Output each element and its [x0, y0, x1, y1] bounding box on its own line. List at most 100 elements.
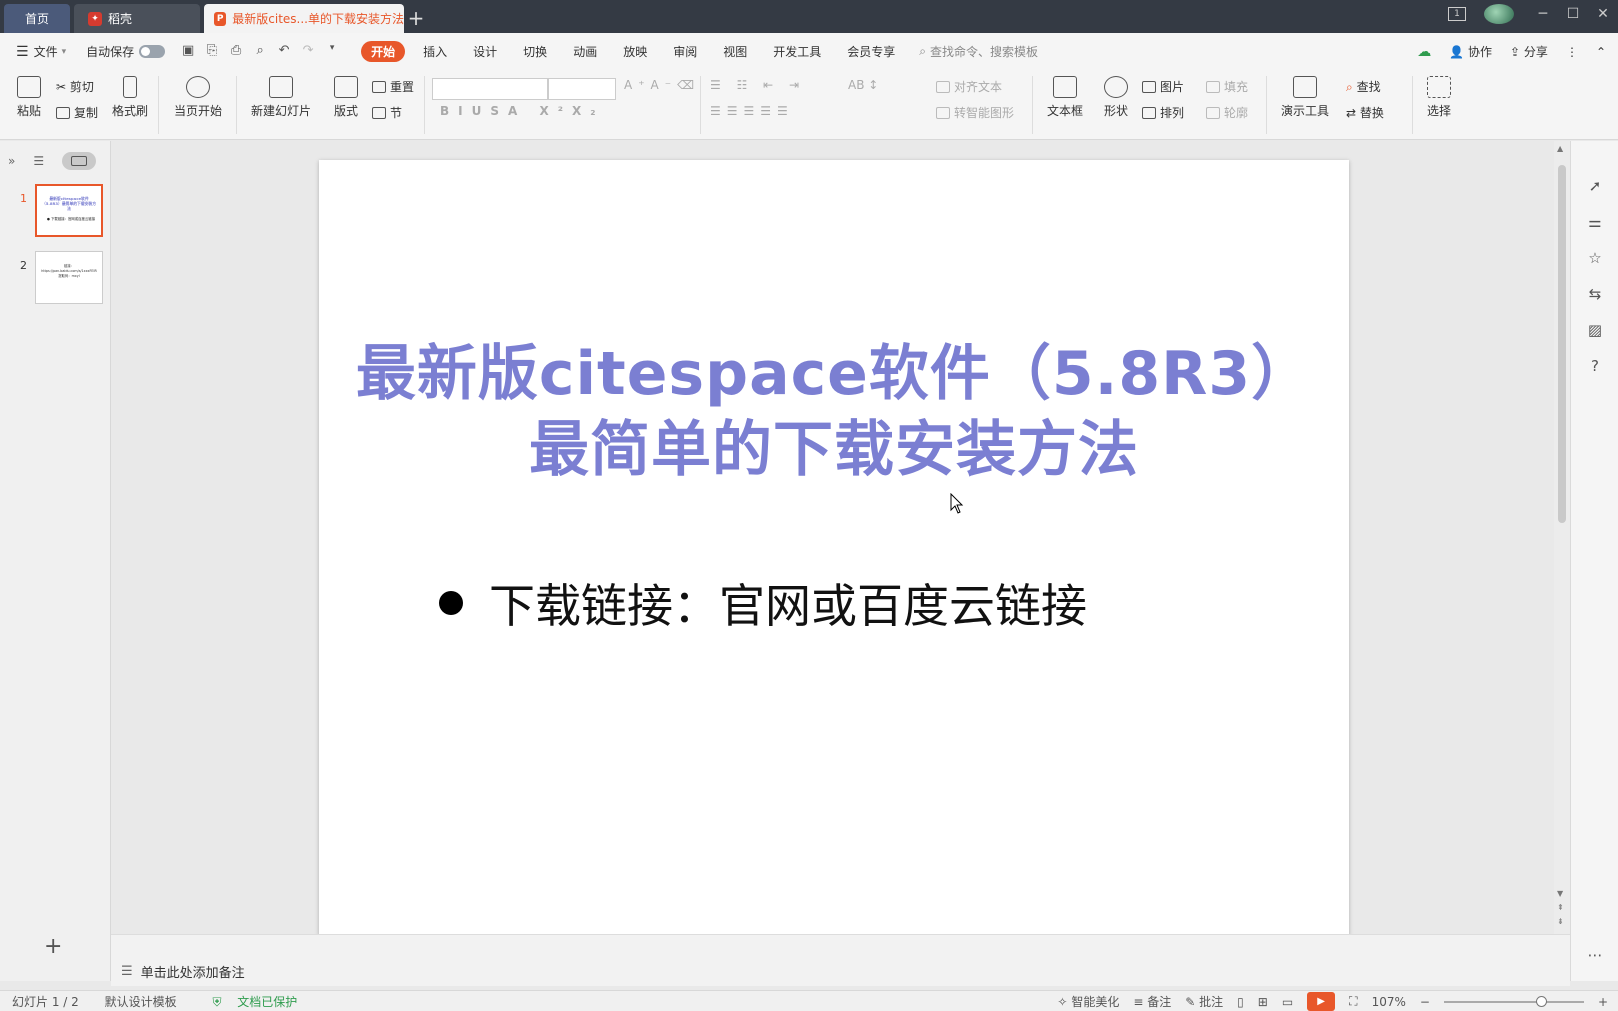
minimize-icon[interactable]: ─ [1528, 6, 1558, 22]
more-icon[interactable]: ⋯ [1586, 946, 1604, 964]
slideshow-play-button[interactable]: ▶ [1307, 992, 1336, 1011]
tab-daoke[interactable]: ✦ 稻壳 [74, 4, 200, 33]
text-direction-icon[interactable]: AB ↕ [848, 78, 878, 92]
layout-button[interactable]: 版式 [328, 76, 364, 119]
toggle-switch[interactable] [139, 45, 166, 58]
cloud-sync-icon[interactable]: ☁ [1417, 44, 1431, 60]
page-indicator[interactable]: 1 [1448, 7, 1478, 21]
presenter-tools-button[interactable]: 演示工具 [1276, 76, 1334, 119]
slide[interactable]: 最新版citespace软件（5.8R3） 最简单的下载安装方法 下载链接：官网… [319, 160, 1349, 936]
tab-document[interactable]: P 最新版cites...单的下载安装方法 [204, 4, 404, 33]
next-slide-icon[interactable]: ⇟ [1557, 917, 1564, 926]
print-icon[interactable]: ⎙ [227, 43, 245, 61]
outline-view-icon[interactable]: ☰ [33, 154, 44, 168]
picture-button[interactable]: 图片 [1142, 78, 1184, 95]
switch-icon[interactable]: ⇆ [1586, 285, 1604, 303]
tab-view[interactable]: 视图 [723, 43, 747, 60]
font-size-select[interactable] [548, 78, 616, 100]
reset-button[interactable]: 重置 [372, 78, 414, 95]
document-protected[interactable]: ⛨ 文档已保护 [200, 995, 297, 1009]
paste-button[interactable]: 粘贴 [12, 76, 46, 119]
font-family-select[interactable] [432, 78, 548, 100]
rocket-icon[interactable]: ➚ [1586, 177, 1604, 195]
notes-area[interactable]: ☰ 单击此处添加备注 [111, 956, 1570, 986]
format-painter-button[interactable]: 格式刷 [110, 76, 150, 119]
tab-start[interactable]: 开始 [361, 41, 406, 62]
command-search[interactable]: ⌕ 查找命令、搜索模板 [919, 43, 1038, 60]
sliders-icon[interactable]: ⚌ [1586, 213, 1604, 231]
avatar[interactable] [1484, 4, 1514, 24]
save-icon[interactable]: ▣ [179, 43, 197, 61]
tab-slideshow[interactable]: 放映 [623, 43, 647, 60]
zoom-slider[interactable] [1443, 995, 1584, 1007]
text-style-controls[interactable]: BIUSA X²X₂ [440, 104, 604, 118]
slide-title[interactable]: 最新版citespace软件（5.8R3） 最简单的下载安装方法 [319, 336, 1349, 488]
fill-button[interactable]: 填充 [1206, 78, 1248, 95]
smart-shape-button[interactable]: 转智能图形 [936, 104, 1014, 121]
file-menu[interactable]: ☰ 文件 ▾ [16, 43, 66, 60]
zoom-in-icon[interactable]: + [1598, 995, 1608, 1009]
section-button[interactable]: 节 [372, 104, 402, 121]
expand-pane-icon[interactable]: » [8, 154, 15, 168]
arrange-button[interactable]: 排列 [1142, 104, 1184, 121]
thumbnail-view-toggle[interactable] [62, 152, 97, 170]
replace-button[interactable]: ⇄ 替换 [1346, 104, 1384, 121]
undo-icon[interactable]: ↶ [275, 43, 293, 61]
share-button[interactable]: ⇪ 分享 [1510, 43, 1548, 60]
slide-thumbnail-2[interactable]: 链接：https://pan.baidu.com/s/1xxxFEIR 提取码：… [35, 251, 103, 304]
notes-toggle-button[interactable]: ≡ 备注 [1133, 993, 1171, 1010]
cut-button[interactable]: ✂ 剪切 [56, 78, 94, 95]
collapse-ribbon-icon[interactable]: ⌃ [1596, 45, 1606, 59]
vertical-scrollbar[interactable]: ▲ ▼ ⇞ ⇟ [1554, 141, 1570, 934]
star-icon[interactable]: ☆ [1586, 249, 1604, 267]
paragraph-align-controls[interactable]: ☰☰☰☰☰ [710, 104, 794, 118]
normal-view-icon[interactable]: ▯ [1237, 995, 1244, 1009]
select-button[interactable]: 选择 [1420, 76, 1458, 119]
outline-button[interactable]: 轮廓 [1206, 104, 1248, 121]
new-slide-button[interactable]: 新建幻灯片 [246, 76, 316, 119]
customize-icon[interactable]: ▾ [323, 43, 341, 61]
tab-developer[interactable]: 开发工具 [773, 43, 821, 60]
autosave-toggle[interactable]: 自动保存 [86, 43, 166, 60]
tab-animation[interactable]: 动画 [573, 43, 597, 60]
fit-window-icon[interactable]: ⛶ [1349, 994, 1357, 1009]
tab-design[interactable]: 设计 [473, 43, 497, 60]
add-slide-button[interactable]: + [44, 934, 62, 959]
play-from-current-button[interactable]: 当页开始 [168, 76, 228, 119]
smart-beautify-button[interactable]: ✧ 智能美化 [1057, 993, 1119, 1010]
prev-slide-icon[interactable]: ⇞ [1557, 903, 1564, 912]
grid-view-icon[interactable]: ⊞ [1258, 995, 1268, 1009]
scroll-up-icon[interactable]: ▲ [1557, 144, 1563, 153]
comments-button[interactable]: ✎ 批注 [1185, 993, 1223, 1010]
textbox-button[interactable]: 文本框 [1042, 76, 1088, 119]
tab-insert[interactable]: 插入 [423, 43, 447, 60]
reading-view-icon[interactable]: ▭ [1282, 995, 1293, 1009]
print-preview-icon[interactable]: ⌕ [251, 43, 269, 61]
list-controls[interactable]: ☰ ☷ ⇤ ⇥ [710, 78, 805, 92]
align-text-button[interactable]: 对齐文本 [936, 78, 1002, 95]
collab-button[interactable]: 👤 协作 [1449, 43, 1492, 60]
redo-icon[interactable]: ↷ [299, 43, 317, 61]
slide-bullet[interactable]: 下载链接：官网或百度云链接 [439, 570, 1087, 636]
design-template[interactable]: 默认设计模板 [105, 995, 177, 1009]
zoom-level[interactable]: 107% [1372, 995, 1406, 1009]
maximize-icon[interactable]: ☐ [1558, 6, 1588, 22]
tab-home[interactable]: 首页 [4, 4, 70, 33]
tab-transition[interactable]: 切换 [523, 43, 547, 60]
find-button[interactable]: ⌕ 查找 [1346, 78, 1381, 95]
zoom-slider-knob[interactable] [1535, 995, 1547, 1007]
close-icon[interactable]: ✕ [1588, 6, 1618, 22]
scroll-down-icon[interactable]: ▼ [1557, 889, 1563, 898]
new-tab-button[interactable]: + [404, 5, 428, 31]
help-icon[interactable]: ? [1586, 357, 1604, 375]
tab-member[interactable]: 会员专享 [847, 43, 895, 60]
export-pdf-icon[interactable]: ⎘ [203, 43, 221, 61]
scrollbar-thumb[interactable] [1558, 165, 1566, 523]
zoom-out-icon[interactable]: − [1420, 995, 1430, 1009]
slide-thumbnail-1[interactable]: 最新版citespace软件（5.8R3）最简单的下载安装方法 ● 下载链接：官… [35, 184, 103, 237]
shape-button[interactable]: 形状 [1098, 76, 1134, 119]
more-icon[interactable]: ⋮ [1566, 45, 1578, 59]
font-size-controls[interactable]: A⁺A⁻⌫ [624, 78, 700, 92]
copy-button[interactable]: 复制 [56, 104, 98, 121]
tab-review[interactable]: 审阅 [673, 43, 697, 60]
